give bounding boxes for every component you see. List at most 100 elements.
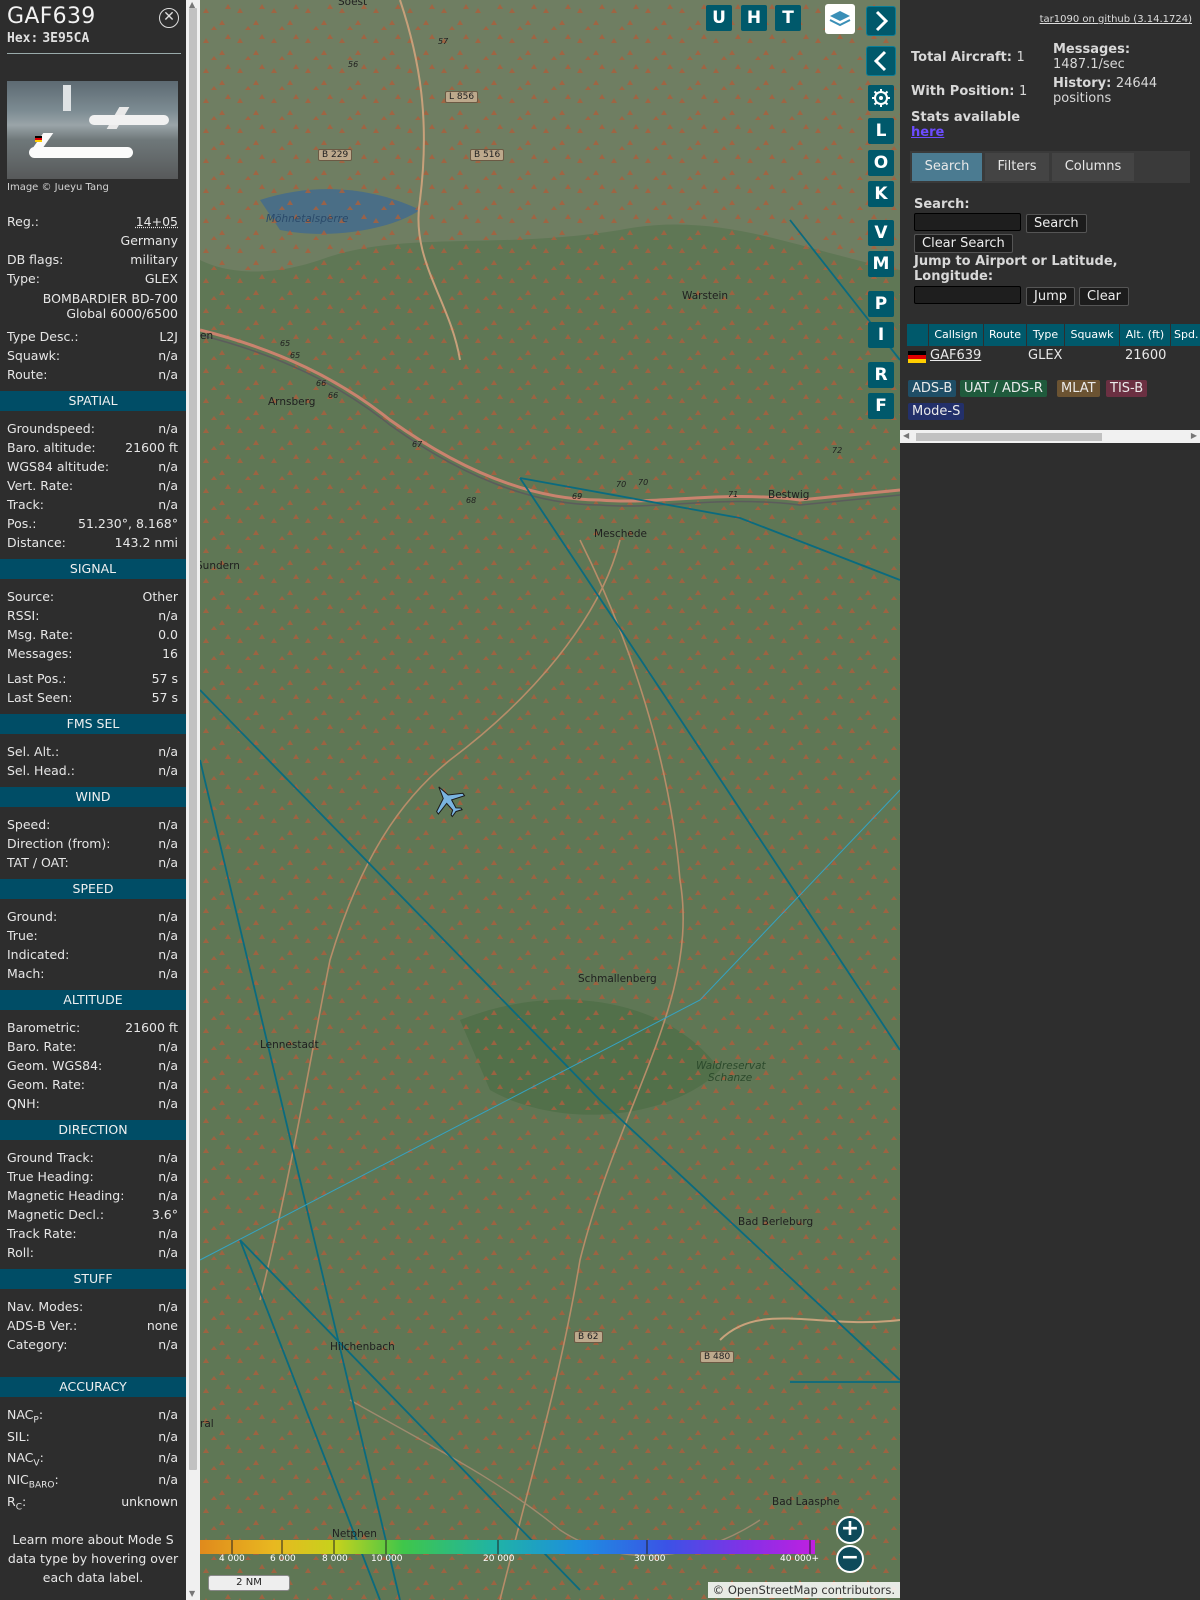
scroll-right-arrow-icon[interactable]: ▶ bbox=[1191, 431, 1197, 440]
motorway-label: 67 bbox=[412, 440, 423, 449]
minus-icon: − bbox=[840, 1545, 860, 1570]
messages-label: Messages: bbox=[7, 646, 73, 661]
nacp-label: NACP: bbox=[7, 1407, 44, 1426]
table-horizontal-scrollbar[interactable]: ◀ ▶ bbox=[900, 430, 1200, 443]
geom-rate-value: n/a bbox=[158, 1077, 178, 1092]
github-version-link[interactable]: tar1090 on github (3.14.1724) bbox=[1040, 14, 1192, 25]
toggle-k-button[interactable]: K bbox=[868, 181, 894, 207]
toggle-v-button[interactable]: V bbox=[868, 220, 894, 246]
geom-label: Geom. WGS84: bbox=[7, 1058, 103, 1073]
badge-tisb[interactable]: TIS-B bbox=[1106, 380, 1148, 397]
nacp-label-sub: P bbox=[33, 1415, 39, 1426]
type-full-line2: Global 6000/6500 bbox=[66, 306, 178, 321]
close-icon[interactable]: ✕ bbox=[159, 8, 179, 28]
town-label: Netphen bbox=[332, 1528, 377, 1540]
squawk-value: n/a bbox=[158, 348, 178, 363]
wgs84-label: WGS84 altitude: bbox=[7, 459, 110, 474]
toggle-o-button[interactable]: O bbox=[868, 150, 894, 176]
section-altitude: ALTITUDE bbox=[0, 990, 186, 1010]
zoom-in-button[interactable]: + bbox=[836, 1516, 864, 1544]
search-input[interactable] bbox=[914, 213, 1021, 231]
scroll-left-arrow-icon[interactable]: ◀ bbox=[903, 431, 909, 440]
table-header-altitude[interactable]: Alt. (ft) bbox=[1120, 324, 1171, 346]
toggle-p-button[interactable]: P bbox=[868, 291, 894, 317]
country-value: Germany bbox=[120, 233, 178, 248]
stats-label: Stats available bbox=[911, 110, 1021, 125]
clear-jump-button[interactable]: Clear bbox=[1079, 287, 1129, 306]
squawk-label: Squawk: bbox=[7, 348, 61, 363]
messages-value: 16 bbox=[162, 646, 178, 661]
toggle-infoblock-button[interactable] bbox=[866, 46, 896, 76]
table-header-flag[interactable] bbox=[907, 324, 929, 346]
badge-mlat[interactable]: MLAT bbox=[1057, 380, 1100, 397]
table-header-type[interactable]: Type bbox=[1027, 324, 1065, 346]
toggle-u-button[interactable]: U bbox=[706, 5, 732, 31]
messages-rate-label: Messages: bbox=[1053, 42, 1131, 57]
tab-filters[interactable]: Filters bbox=[985, 153, 1049, 181]
town-label: Warstein bbox=[682, 290, 729, 302]
zoom-out-button[interactable]: − bbox=[836, 1545, 864, 1573]
jump-input[interactable] bbox=[914, 286, 1021, 304]
table-header-speed[interactable]: Spd. bbox=[1171, 324, 1200, 346]
toggle-l-button[interactable]: L bbox=[868, 118, 894, 144]
section-speed: SPEED bbox=[0, 879, 186, 899]
aircraft-list-sidebar: tar1090 on github (3.14.1724) Total Airc… bbox=[900, 0, 1200, 1600]
aircraft-photo[interactable] bbox=[7, 81, 178, 179]
nacv-label-sub: V bbox=[33, 1458, 40, 1469]
msg-rate-value: 0.0 bbox=[158, 627, 178, 642]
wgs84-value: n/a bbox=[158, 459, 178, 474]
collapse-sidebar-button[interactable] bbox=[866, 6, 896, 36]
toggle-r-button[interactable]: R bbox=[868, 362, 894, 388]
settings-button[interactable] bbox=[868, 85, 894, 111]
altitude-scale-label: 20 000 bbox=[483, 1554, 515, 1564]
layers-button[interactable] bbox=[825, 4, 855, 34]
table-header-squawk[interactable]: Squawk bbox=[1065, 324, 1120, 346]
last-seen-label: Last Seen: bbox=[7, 690, 73, 705]
altitude-scale-label: 40 000+ bbox=[780, 1554, 820, 1564]
with-position-stat: With Position: 1 bbox=[911, 84, 1027, 99]
rc-label: RC: bbox=[7, 1494, 27, 1513]
rc-value: unknown bbox=[121, 1494, 178, 1509]
horizontal-scrollbar-thumb[interactable] bbox=[916, 433, 1102, 441]
toggle-h-button[interactable]: H bbox=[741, 5, 767, 31]
toggle-m-button[interactable]: M bbox=[868, 251, 894, 277]
badge-uat-adsr[interactable]: UAT / ADS-R bbox=[960, 380, 1047, 397]
search-button[interactable]: Search bbox=[1026, 214, 1087, 233]
barometric-value: 21600 ft bbox=[125, 1020, 178, 1035]
qnh-value: n/a bbox=[158, 1096, 178, 1111]
position-value: 51.230°, 8.168° bbox=[78, 516, 178, 531]
hex-line: Hex: 3E95CA bbox=[7, 31, 89, 46]
section-fms-sel: FMS SEL bbox=[0, 714, 186, 734]
jump-button[interactable]: Jump bbox=[1026, 287, 1075, 306]
stats-here-link[interactable]: here bbox=[911, 125, 1020, 140]
scroll-down-arrow-icon[interactable]: ▼ bbox=[189, 1590, 195, 1598]
registration-link[interactable]: 14+05 bbox=[136, 214, 178, 229]
tab-search[interactable]: Search bbox=[912, 153, 982, 181]
ground-track-label: Ground Track: bbox=[7, 1150, 94, 1165]
speed-indicated-value: n/a bbox=[158, 947, 178, 962]
row-callsign-link[interactable]: GAF639 bbox=[930, 348, 981, 363]
openstreetmap-link[interactable]: OpenStreetMap bbox=[728, 1583, 818, 1597]
badge-mode-s[interactable]: Mode-S bbox=[908, 403, 965, 420]
motorway-label: 68 bbox=[466, 496, 477, 505]
toggle-i-button[interactable]: I bbox=[868, 322, 894, 348]
magnetic-decl-value: 3.6° bbox=[151, 1207, 178, 1222]
mach-value: n/a bbox=[158, 966, 178, 981]
toggle-t-button[interactable]: T bbox=[775, 5, 801, 31]
map-view[interactable]: Soest Möhnetalsperre Warstein Arnsberg B… bbox=[200, 0, 900, 1600]
section-signal: SIGNAL bbox=[0, 559, 186, 579]
town-label: Sundern bbox=[200, 560, 240, 572]
badge-adsb[interactable]: ADS-B bbox=[908, 380, 957, 397]
info-panel-scrollbar[interactable]: ▲ ▼ bbox=[186, 0, 200, 1600]
clear-search-button[interactable]: Clear Search bbox=[914, 234, 1013, 253]
toggle-f-button[interactable]: F bbox=[868, 393, 894, 419]
row-type: GLEX bbox=[1028, 348, 1063, 363]
table-header-route[interactable]: Route bbox=[984, 324, 1027, 346]
tab-columns[interactable]: Columns bbox=[1052, 153, 1134, 181]
nacp-label-main: NAC bbox=[7, 1407, 34, 1422]
table-header-callsign[interactable]: Callsign bbox=[929, 324, 984, 346]
scrollbar-thumb[interactable] bbox=[189, 8, 197, 1470]
total-aircraft-label: Total Aircraft: bbox=[911, 50, 1012, 65]
speed-indicated-label: Indicated: bbox=[7, 947, 70, 962]
town-label: Lennestadt bbox=[260, 1039, 319, 1051]
